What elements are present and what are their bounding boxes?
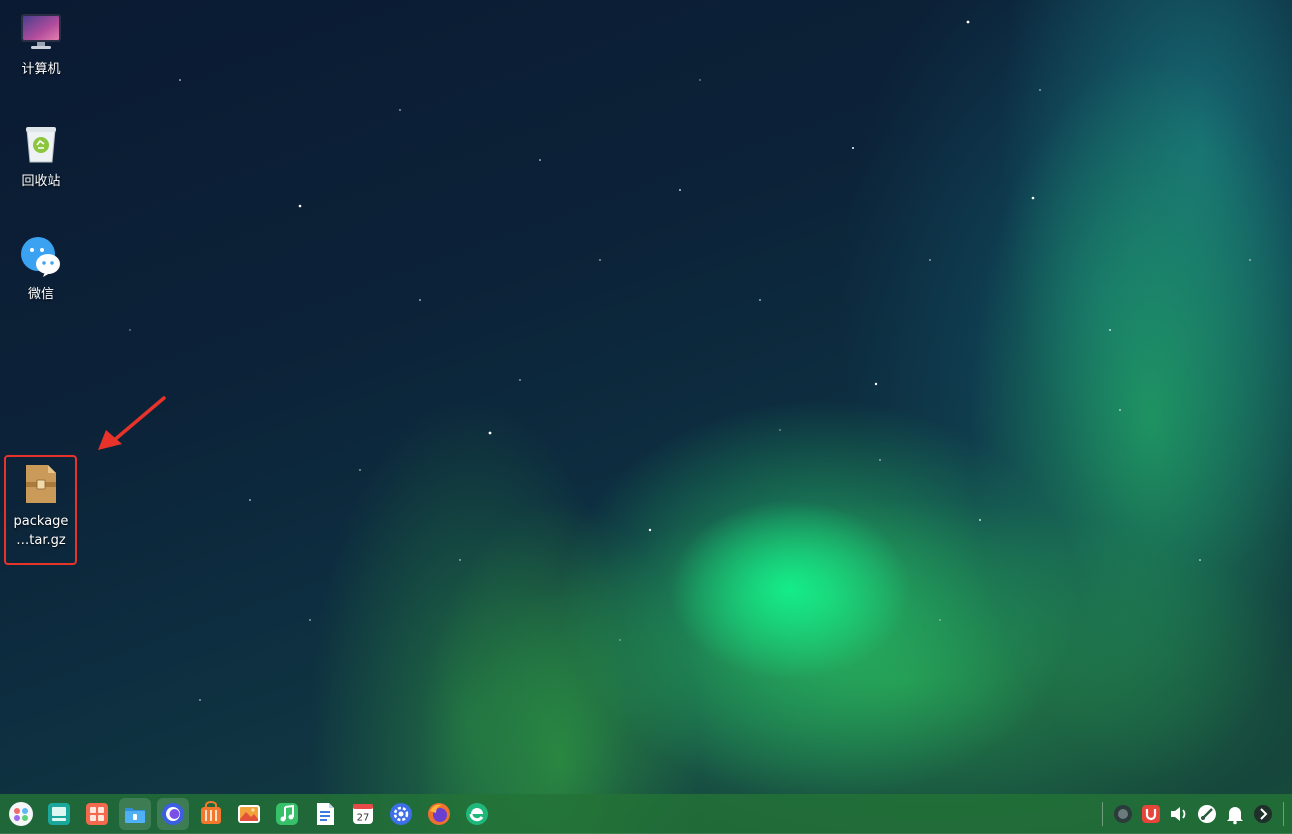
firefox-button[interactable] <box>423 798 455 830</box>
desktop[interactable]: 计算机 回收站 微信 package …tar.gz 27 <box>0 0 1292 834</box>
network-button[interactable] <box>1195 802 1219 826</box>
notification-bell-icon <box>1227 807 1243 825</box>
file-manager-button[interactable] <box>119 798 151 830</box>
highlight-box <box>4 455 77 565</box>
launcher-button[interactable] <box>5 798 37 830</box>
red-arrow-annotation <box>98 396 166 450</box>
calendar-icon: 27 <box>353 804 373 824</box>
settings-icon <box>390 803 412 825</box>
network-icon <box>1198 805 1216 823</box>
security-button[interactable] <box>1139 802 1163 826</box>
taskbar-apps: 27 <box>0 798 496 830</box>
image-viewer-button[interactable] <box>233 798 265 830</box>
desktop-icon-label: 微信 <box>27 287 54 302</box>
system-tray <box>1096 802 1292 826</box>
tray-separator-end <box>1283 802 1284 826</box>
browser-button[interactable] <box>157 798 189 830</box>
multitask-view-button[interactable] <box>43 798 75 830</box>
edge-icon <box>466 803 488 825</box>
document-viewer-icon <box>317 803 334 825</box>
desktop-icon-label: 计算机 <box>21 62 61 77</box>
desktop-icon-computer[interactable]: 计算机 <box>5 10 77 79</box>
app-store-button[interactable] <box>195 798 227 830</box>
expand-tray-button[interactable] <box>1251 802 1275 826</box>
volume-icon <box>1171 807 1186 821</box>
star-field <box>129 20 1251 701</box>
tray-separator <box>1102 802 1103 826</box>
file-manager-icon <box>125 808 145 823</box>
music-icon <box>276 803 298 825</box>
screen-record-button[interactable] <box>1111 802 1135 826</box>
expand-arrow-icon <box>1254 805 1272 823</box>
music-button[interactable] <box>271 798 303 830</box>
calendar-day: 27 <box>357 813 370 824</box>
image-viewer-icon <box>238 805 260 823</box>
computer-icon <box>21 14 61 49</box>
settings-button[interactable] <box>385 798 417 830</box>
workspace-icon <box>86 803 108 825</box>
app-store-icon <box>201 801 221 824</box>
workspace-button[interactable] <box>81 798 113 830</box>
launcher-icon <box>9 802 33 826</box>
firefox-icon <box>428 803 450 825</box>
document-viewer-button[interactable] <box>309 798 341 830</box>
browser-icon <box>162 803 184 825</box>
multitask-view-icon <box>48 803 70 825</box>
trash-icon <box>26 127 56 163</box>
edge-button[interactable] <box>461 798 493 830</box>
security-shield-icon <box>1142 805 1160 823</box>
volume-button[interactable] <box>1167 802 1191 826</box>
taskbar-dock: 27 <box>0 794 1292 834</box>
desktop-icon-trash[interactable]: 回收站 <box>5 122 77 191</box>
desktop-icon-label: 回收站 <box>21 174 61 189</box>
wechat-icon <box>21 237 60 277</box>
screen-record-icon <box>1114 805 1132 823</box>
desktop-icon-wechat[interactable]: 微信 <box>5 235 77 304</box>
notification-button[interactable] <box>1223 802 1247 826</box>
calendar-button[interactable]: 27 <box>347 798 379 830</box>
